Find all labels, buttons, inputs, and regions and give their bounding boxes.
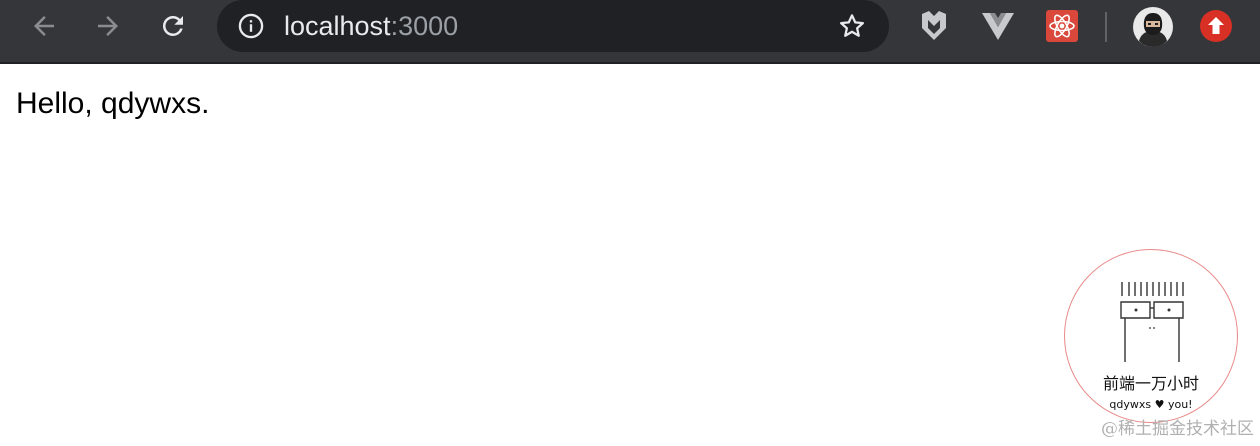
reload-button[interactable] <box>153 8 193 44</box>
forward-arrow-icon <box>98 16 118 36</box>
back-button[interactable] <box>24 8 64 44</box>
vue-devtools-icon <box>982 13 1014 40</box>
url-host: localhost <box>284 11 391 41</box>
brand-badge: 前端一万小时 qdywxs ♥ you! <box>1064 249 1238 423</box>
reload-icon <box>162 15 183 36</box>
profile-avatar-icon <box>1133 7 1173 47</box>
react-devtools-icon <box>1046 10 1078 42</box>
back-arrow-icon <box>34 16 54 36</box>
address-bar[interactable]: localhost:3000 <box>217 0 889 52</box>
url-text[interactable]: localhost:3000 <box>284 10 458 42</box>
toolbar-separator <box>1105 12 1107 42</box>
shield-extension-icon <box>922 11 946 40</box>
url-port: :3000 <box>390 11 459 41</box>
badge-title: 前端一万小时 <box>1102 374 1199 393</box>
greeting-text: Hello, qdywxs. <box>16 87 210 120</box>
profile-button[interactable] <box>1133 7 1173 47</box>
browser-toolbar: localhost:3000 <box>0 0 1260 64</box>
forward-button[interactable] <box>88 8 128 44</box>
update-button[interactable] <box>1199 9 1233 43</box>
toolbar-divider <box>0 62 1260 64</box>
watermark-text: @稀土掘金技术社区 <box>1101 419 1254 439</box>
react-devtools-button[interactable] <box>1045 9 1079 43</box>
shield-extension-button[interactable] <box>917 9 951 43</box>
vue-devtools-button[interactable] <box>981 9 1015 43</box>
update-icon <box>1200 10 1232 42</box>
bespectacled-character-icon <box>1120 282 1184 362</box>
info-icon[interactable] <box>237 12 265 40</box>
bookmark-star-icon[interactable] <box>837 11 867 41</box>
badge-subtitle: qdywxs ♥ you! <box>1109 398 1193 411</box>
